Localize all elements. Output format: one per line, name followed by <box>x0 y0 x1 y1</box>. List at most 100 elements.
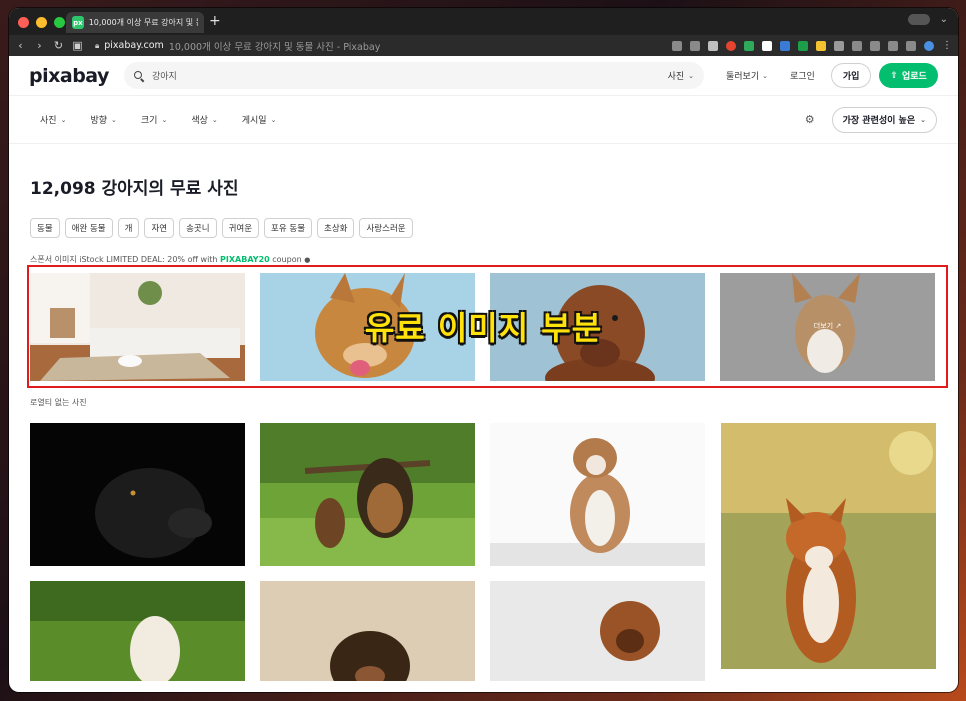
filter-photos[interactable]: 사진 ⌄ <box>40 113 67 127</box>
sponsor-text: 스폰서 이미지 iStock LIMITED DEAL: 20% off wit… <box>30 255 221 264</box>
photo-german-shepherds[interactable] <box>260 423 475 566</box>
search-type-label: 사진 <box>667 72 685 82</box>
minimize-window-button[interactable] <box>36 17 47 28</box>
filter-orientation[interactable]: 방향 ⌄ <box>90 113 116 127</box>
upload-label: 업로드 <box>901 72 927 82</box>
chevron-down-icon: ⌄ <box>60 115 67 124</box>
shield-extension-icon[interactable] <box>744 40 754 51</box>
maximize-window-button[interactable] <box>54 17 65 28</box>
photo-black-dog[interactable] <box>30 423 245 566</box>
extensions-icon[interactable] <box>708 40 718 51</box>
account-avatar-icon[interactable] <box>924 40 934 51</box>
gear-icon[interactable]: ⚙ <box>805 113 815 126</box>
tag-chip[interactable]: 동물 <box>30 218 60 238</box>
search-input[interactable]: 강아지 <box>152 69 660 82</box>
upload-icon: ⇧ <box>890 70 898 81</box>
page-title: 12,098 강아지의 무료 사진 <box>30 179 239 199</box>
search-type-dropdown[interactable]: 사진 ⌄ <box>667 69 694 83</box>
german-shepherds-photo <box>260 423 475 566</box>
living-room-photo <box>30 273 245 381</box>
screenshot-icon[interactable] <box>888 40 898 51</box>
sponsored-image-corgi[interactable]: 더보기 ↗ <box>720 273 935 381</box>
url-field[interactable]: 🔒︎ pixabay.com 10,000개 이상 무료 강아지 및 동물 사진… <box>95 39 664 53</box>
download-icon[interactable] <box>852 40 862 51</box>
forward-icon[interactable]: › <box>34 39 45 52</box>
filter-bar: 사진 ⌄ 방향 ⌄ 크기 ⌄ 색상 ⌄ 게시일 ⌄ ⚙ 가장 관련성이 높은 ⌄ <box>9 96 958 144</box>
search-bar[interactable]: 강아지 사진 ⌄ <box>124 62 704 89</box>
sponsored-images-row: 더보기 ↗ 유료 이미지 부분 <box>27 265 948 388</box>
sponsor-notice: 스폰서 이미지 iStock LIMITED DEAL: 20% off wit… <box>30 254 937 265</box>
address-bar: ‹ › ↻ ▣ 🔒︎ pixabay.com 10,000개 이상 무료 강아지… <box>9 35 958 56</box>
filter-label: 방향 <box>90 116 107 126</box>
tag-chip[interactable]: 개 <box>117 218 140 238</box>
extension-red-icon[interactable] <box>726 40 736 51</box>
filter-color[interactable]: 색상 ⌄ <box>191 113 217 127</box>
sidebar-icon[interactable] <box>906 40 916 51</box>
tag-chip[interactable]: 송곳니 <box>179 218 217 238</box>
sort-dropdown[interactable]: 가장 관련성이 높은 ⌄ <box>831 106 937 133</box>
site-header: pixabay 강아지 사진 ⌄ 둘러보기 ⌄ 로그인 가입 ⇧ 업로드 <box>9 56 958 96</box>
photo-corgi-jumping[interactable] <box>721 423 936 669</box>
reader-icon[interactable]: ▣ <box>72 39 83 52</box>
browser-window: px 10,000개 이상 무료 강아지 및 동물 + ⌄ ‹ › ↻ ▣ 🔒︎… <box>9 8 958 692</box>
new-tab-button[interactable]: + <box>209 13 221 29</box>
tag-chip[interactable]: 애완 동물 <box>64 218 113 238</box>
filter-date[interactable]: 게시일 ⌄ <box>242 113 277 127</box>
tag-chip[interactable]: 귀여운 <box>221 218 260 238</box>
sponsored-image-living-room[interactable] <box>30 273 245 381</box>
black-dog-photo <box>30 423 245 566</box>
dog-closeup-photo <box>260 581 475 681</box>
upload-button[interactable]: ⇧ 업로드 <box>879 63 938 88</box>
corgi-jumping-photo <box>721 423 936 669</box>
tag-chip[interactable]: 포유 동물 <box>264 218 313 238</box>
tag-chip[interactable]: 자연 <box>144 218 175 238</box>
main-content: 12,098 강아지의 무료 사진 동물 애완 동물 개 자연 송곳니 귀여운 … <box>9 174 958 683</box>
search-icon <box>134 70 144 81</box>
external-link-icon: ↗ <box>835 322 842 330</box>
extension-green-icon[interactable] <box>798 40 808 51</box>
extension-white-icon[interactable] <box>762 40 772 51</box>
sponsored-image-dog-brown[interactable] <box>490 273 705 381</box>
tab-list-chevron-icon[interactable]: ⌄ <box>940 14 948 25</box>
sponsor-suffix: coupon <box>269 255 302 264</box>
coupon-code[interactable]: PIXABAY20 <box>220 255 270 264</box>
share-icon[interactable] <box>672 40 682 51</box>
menu-icon[interactable]: ⋮ <box>942 40 952 51</box>
extension-yellow-icon[interactable] <box>816 40 826 51</box>
photo-bulldog-puppy[interactable] <box>490 423 705 566</box>
extension-blue-icon[interactable] <box>780 40 790 51</box>
brown-puppy-photo <box>490 581 705 681</box>
join-button[interactable]: 가입 <box>830 63 872 88</box>
tag-chip[interactable]: 초상화 <box>317 218 355 238</box>
extension-toolbar: ⋮ <box>672 40 952 51</box>
login-link[interactable]: 로그인 <box>790 69 815 82</box>
explore-menu[interactable]: 둘러보기 ⌄ <box>726 69 768 83</box>
photo-white-puppy[interactable] <box>30 581 245 681</box>
url-host: pixabay.com <box>104 40 164 51</box>
photo-dog-closeup[interactable] <box>260 581 475 681</box>
window-controls <box>18 17 65 28</box>
back-icon[interactable]: ‹ <box>15 39 26 52</box>
photo-brown-puppy[interactable] <box>490 581 705 681</box>
info-icon[interactable]: ● <box>304 256 310 264</box>
active-tab[interactable]: px 10,000개 이상 무료 강아지 및 동물 <box>66 12 204 33</box>
window-icon[interactable] <box>870 40 880 51</box>
explore-label: 둘러보기 <box>726 72 760 82</box>
free-photos-label: 로열티 없는 사진 <box>30 398 87 407</box>
url-page-title: 10,000개 이상 무료 강아지 및 동물 사진 - Pixabay <box>168 41 381 53</box>
extension-puzzle-icon[interactable] <box>834 40 844 51</box>
reload-icon[interactable]: ↻ <box>53 39 64 52</box>
tag-chip[interactable]: 사랑스러운 <box>359 218 413 238</box>
close-window-button[interactable] <box>18 17 29 28</box>
screen-icon[interactable] <box>690 40 700 51</box>
dog-blue-photo <box>260 273 475 381</box>
sort-label: 가장 관련성이 높은 <box>842 116 916 126</box>
profile-icon[interactable] <box>907 14 930 25</box>
chevron-down-icon: ⌄ <box>920 115 926 124</box>
tab-title: 10,000개 이상 무료 강아지 및 동물 <box>88 18 198 27</box>
sponsored-image-dog-blue[interactable] <box>260 273 475 381</box>
filter-label: 사진 <box>40 116 57 126</box>
filter-size[interactable]: 크기 ⌄ <box>141 113 167 127</box>
more-link[interactable]: 더보기 ↗ <box>720 321 935 331</box>
pixabay-logo[interactable]: pixabay <box>29 65 117 87</box>
